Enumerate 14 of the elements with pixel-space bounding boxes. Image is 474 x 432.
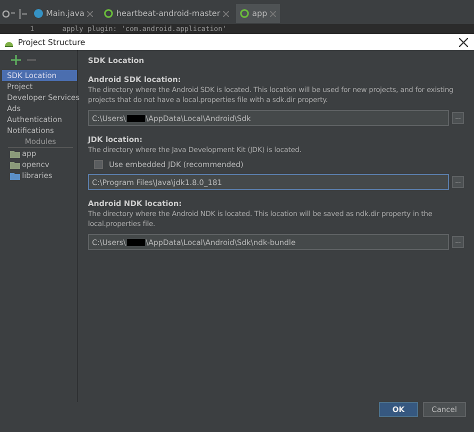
editor-tab[interactable]: app (236, 4, 280, 23)
class-file-icon (34, 9, 43, 18)
editor-tab[interactable]: heartbeat-android-master (100, 4, 234, 23)
redaction-mark (126, 114, 145, 122)
gradle-file-icon (104, 9, 114, 18)
checkbox[interactable] (94, 160, 103, 169)
window-title: Project Structure (18, 38, 86, 46)
editor-tab[interactable]: Main.java (30, 4, 98, 23)
add-icon[interactable] (11, 55, 21, 65)
toolbar-icon[interactable] (2, 8, 16, 18)
redaction-mark (126, 238, 145, 246)
gradle-file-icon (240, 9, 250, 18)
close-icon[interactable] (459, 38, 468, 46)
toolbar-icon[interactable] (19, 8, 27, 18)
